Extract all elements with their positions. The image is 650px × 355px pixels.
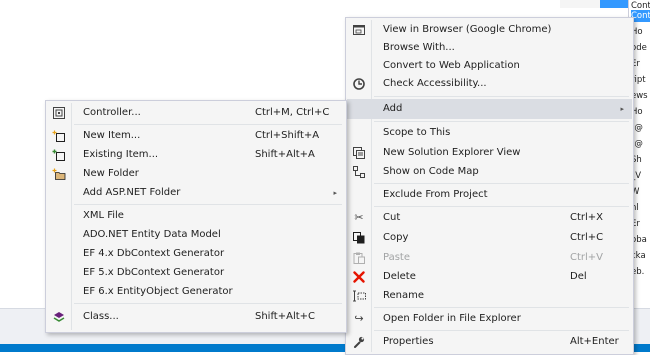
existing-item-icon <box>51 148 67 162</box>
add-submenu: Controller... Ctrl+M, Ctrl+C New Item...… <box>45 100 347 333</box>
menu-item-properties[interactable]: Properties Alt+Enter <box>347 332 632 352</box>
menu-item-shortcut: Ctrl+M, Ctrl+C <box>255 107 330 118</box>
context-menu: View in Browser (Google Chrome) Browse W… <box>345 17 634 355</box>
menu-item-delete[interactable]: Delete Del <box>347 267 632 287</box>
accessibility-icon <box>351 77 367 91</box>
menu-item-ef5-generator[interactable]: EF 5.x DbContext Generator <box>47 263 345 283</box>
menu-separator <box>374 307 629 308</box>
menu-item-label: Delete <box>383 271 416 282</box>
menu-item-scope-to-this[interactable]: Scope to This <box>347 123 632 143</box>
menu-item-label: EF 4.x DbContext Generator <box>83 248 225 259</box>
menu-item-shortcut: Shift+Alt+C <box>255 311 316 322</box>
menu-separator <box>74 204 342 205</box>
menu-item-shortcut: Alt+Enter <box>570 336 619 347</box>
new-item-icon <box>51 129 67 143</box>
menu-item-label: Existing Item... <box>83 149 159 160</box>
open-folder-icon: ↪ <box>354 312 364 325</box>
menu-item-add-aspnet-folder[interactable]: Add ASP.NET Folder ▸ <box>47 183 345 203</box>
menu-item-class[interactable]: Class... Shift+Alt+C <box>47 307 345 327</box>
menu-item-label: Rename <box>383 290 425 301</box>
menu-item-new-item[interactable]: New Item... Ctrl+Shift+A <box>47 126 345 146</box>
menu-item-label: EF 5.x DbContext Generator <box>83 267 225 278</box>
menu-item-label: Exclude From Project <box>383 189 488 200</box>
menu-separator <box>374 121 629 122</box>
menu-item-label: Cut <box>383 212 401 223</box>
menu-item-shortcut: Ctrl+C <box>570 232 604 243</box>
menu-item-label: Add ASP.NET Folder <box>83 187 181 198</box>
menu-separator <box>374 183 629 184</box>
code-map-icon <box>351 165 367 179</box>
menu-item-label: Copy <box>383 232 409 243</box>
menu-item-convert-web-app[interactable]: Convert to Web Application <box>347 56 632 76</box>
menu-item-browse-with[interactable]: Browse With... <box>347 38 632 58</box>
menu-item-show-on-code-map[interactable]: Show on Code Map <box>347 162 632 182</box>
menu-separator <box>374 330 629 331</box>
menu-separator <box>74 124 342 125</box>
menu-item-ef4-generator[interactable]: EF 4.x DbContext Generator <box>47 244 345 264</box>
browser-icon <box>351 23 367 37</box>
menu-item-ado-entity-model[interactable]: ADO.NET Entity Data Model <box>47 225 345 245</box>
menu-separator <box>374 96 629 97</box>
menu-item-exclude-from-project[interactable]: Exclude From Project <box>347 185 632 205</box>
class-icon <box>51 310 67 324</box>
menu-item-label: Check Accessibility... <box>383 78 487 89</box>
paste-icon <box>351 251 367 265</box>
wrench-icon <box>351 335 367 349</box>
menu-item-label: New Item... <box>83 130 141 141</box>
menu-item-new-solution-explorer-view[interactable]: New Solution Explorer View <box>347 143 632 163</box>
menu-item-view-in-browser[interactable]: View in Browser (Google Chrome) <box>347 20 632 40</box>
scissors-icon: ✂ <box>354 211 364 224</box>
menu-item-label: EF 6.x EntityObject Generator <box>83 286 233 297</box>
menu-item-rename[interactable]: Rename <box>347 286 632 306</box>
menu-item-cut[interactable]: ✂ Cut Ctrl+X <box>347 208 632 228</box>
menu-item-label: Open Folder in File Explorer <box>383 313 521 324</box>
submenu-arrow-icon: ▸ <box>333 189 337 197</box>
menu-item-existing-item[interactable]: Existing Item... Shift+Alt+A <box>47 145 345 165</box>
menu-item-shortcut: Del <box>570 271 587 282</box>
menu-separator <box>74 303 342 304</box>
menu-item-label: Show on Code Map <box>383 166 479 177</box>
submenu-arrow-icon: ▸ <box>620 105 624 113</box>
menu-item-label: Properties <box>383 336 434 347</box>
menu-item-label: Scope to This <box>383 127 451 138</box>
menu-item-label: Convert to Web Application <box>383 60 520 71</box>
menu-item-shortcut: Ctrl+X <box>570 212 604 223</box>
menu-item-shortcut: Ctrl+Shift+A <box>255 130 320 141</box>
menu-item-add[interactable]: Add ▸ <box>347 99 632 119</box>
menu-item-label: XML File <box>83 210 124 221</box>
menu-item-label: New Folder <box>83 168 139 179</box>
menu-item-label: Browse With... <box>383 42 455 53</box>
copy-icon <box>351 231 367 245</box>
rename-icon <box>351 289 367 303</box>
menu-item-xml-file[interactable]: XML File <box>47 206 345 226</box>
solution-explorer-icon <box>351 146 367 160</box>
new-folder-icon <box>51 167 67 181</box>
menu-item-check-accessibility[interactable]: Check Accessibility... <box>347 74 632 94</box>
controller-icon <box>51 106 67 120</box>
menu-item-label: New Solution Explorer View <box>383 147 521 158</box>
menu-item-label: Paste <box>383 252 410 263</box>
menu-item-shortcut: Shift+Alt+A <box>255 149 315 160</box>
menu-item-paste: Paste Ctrl+V <box>347 248 632 268</box>
menu-item-label: Controller... <box>83 107 141 118</box>
delete-icon <box>351 270 367 284</box>
menu-item-ef6-generator[interactable]: EF 6.x EntityObject Generator <box>47 282 345 302</box>
menu-item-open-folder-explorer[interactable]: ↪ Open Folder in File Explorer <box>347 309 632 329</box>
menu-item-label: View in Browser (Google Chrome) <box>383 24 552 35</box>
menu-item-new-folder[interactable]: New Folder <box>47 164 345 184</box>
menu-item-label: Class... <box>83 311 119 322</box>
menu-item-label: Add <box>383 103 403 114</box>
menu-item-label: ADO.NET Entity Data Model <box>83 229 221 240</box>
menu-separator <box>374 206 629 207</box>
menu-item-shortcut: Ctrl+V <box>570 252 604 263</box>
menu-item-controller[interactable]: Controller... Ctrl+M, Ctrl+C <box>47 103 345 123</box>
menu-item-copy[interactable]: Copy Ctrl+C <box>347 228 632 248</box>
